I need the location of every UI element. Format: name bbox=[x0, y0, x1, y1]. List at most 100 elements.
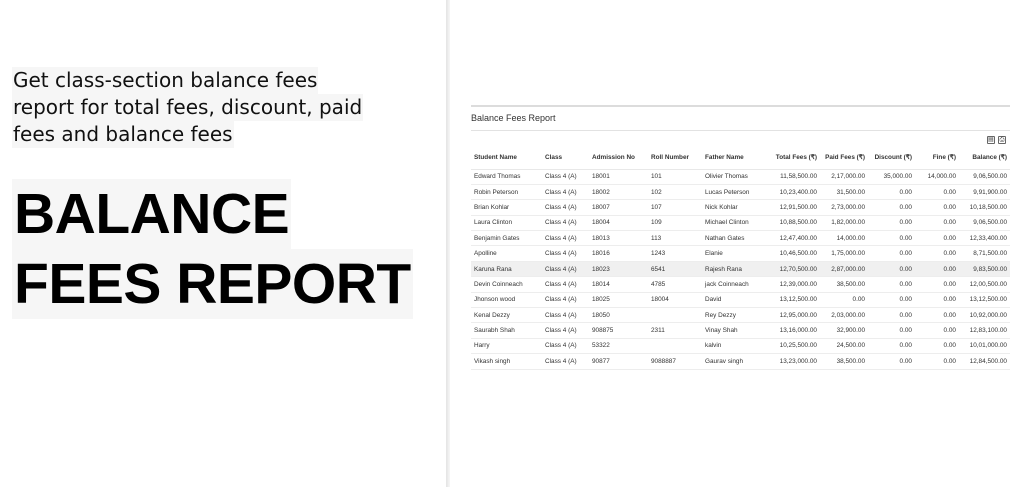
cell-class: Class 4 (A) bbox=[542, 322, 589, 339]
column-header-discount[interactable]: Discount (₹) bbox=[868, 147, 915, 170]
cell-fine: 0.00 bbox=[915, 230, 959, 247]
cell-discount: 0.00 bbox=[868, 292, 915, 309]
column-header-student-name[interactable]: Student Name bbox=[471, 147, 542, 170]
intro-panel: Get class-section balance fees report fo… bbox=[0, 0, 447, 487]
cell-student-name: Robin Peterson bbox=[471, 184, 542, 201]
cell-paid-fees: 2,87,000.00 bbox=[820, 261, 868, 278]
table-row[interactable]: Benjamin Gates Class 4 (A) 18013 113 Nathan … bbox=[471, 230, 1010, 247]
cell-balance: 12,00,500.00 bbox=[959, 276, 1010, 293]
cell-fine: 0.00 bbox=[915, 338, 959, 355]
cell-fine: 0.00 bbox=[915, 292, 959, 309]
table-row[interactable]: Apolline Class 4 (A) 18016 1243 Elanie 10,46,… bbox=[471, 245, 1010, 262]
cell-class: Class 4 (A) bbox=[542, 338, 589, 355]
cell-discount: 35,000.00 bbox=[868, 169, 915, 185]
table-body: Edward Thomas Class 4 (A) 18001 101 Olivier … bbox=[471, 169, 1010, 370]
cell-total-fees: 12,47,400.00 bbox=[772, 230, 820, 247]
table-row[interactable]: Karuna Rana Class 4 (A) 18023 6541 Rajesh Ra… bbox=[471, 261, 1010, 278]
cell-class: Class 4 (A) bbox=[542, 353, 589, 370]
cell-admission-no: 908875 bbox=[589, 322, 648, 339]
table-header-row: Student Name Class Admission No Roll Num… bbox=[471, 147, 1010, 170]
table-row[interactable]: Vikash singh Class 4 (A) 90877 9088887 Gaura… bbox=[471, 353, 1010, 370]
column-header-balance[interactable]: Balance (₹) bbox=[959, 147, 1010, 170]
cell-student-name: Devin Coinneach bbox=[471, 276, 542, 293]
table-row[interactable]: Robin Peterson Class 4 (A) 18002 102 Lucas P… bbox=[471, 184, 1010, 201]
column-header-fine[interactable]: Fine (₹) bbox=[915, 147, 959, 170]
cell-admission-no: 18014 bbox=[589, 276, 648, 293]
table-row[interactable]: Brian Kohlar Class 4 (A) 18007 107 Nick Kohl… bbox=[471, 199, 1010, 216]
table-row[interactable]: Devin Coinneach Class 4 (A) 18014 4785 jack … bbox=[471, 276, 1010, 293]
cell-roll-number: 102 bbox=[648, 184, 702, 201]
cell-balance: 9,91,900.00 bbox=[959, 184, 1010, 201]
cell-total-fees: 13,16,000.00 bbox=[772, 322, 820, 339]
cell-father-name: Michael Clinton bbox=[702, 215, 772, 232]
column-header-roll-number[interactable]: Roll Number bbox=[648, 147, 702, 170]
table-row[interactable]: Edward Thomas Class 4 (A) 18001 101 Olivier … bbox=[471, 169, 1010, 185]
cell-roll-number: 18004 bbox=[648, 292, 702, 309]
cell-student-name: Karuna Rana bbox=[471, 261, 542, 278]
cell-roll-number: 1243 bbox=[648, 245, 702, 262]
cell-balance: 10,92,000.00 bbox=[959, 307, 1010, 324]
cell-class: Class 4 (A) bbox=[542, 245, 589, 262]
cell-student-name: Apolline bbox=[471, 245, 542, 262]
cell-fine: 0.00 bbox=[915, 215, 959, 232]
cell-father-name: Rajesh Rana bbox=[702, 261, 772, 278]
cell-total-fees: 12,70,500.00 bbox=[772, 261, 820, 278]
cell-student-name: Saurabh Shah bbox=[471, 322, 542, 339]
cell-student-name: Harry bbox=[471, 338, 542, 355]
cell-student-name: Benjamin Gates bbox=[471, 230, 542, 247]
export-toolbar: ▤ ⎙ bbox=[987, 136, 1006, 144]
table-row[interactable]: Kenal Dezzy Class 4 (A) 18050 Rey Dezzy 12,9… bbox=[471, 307, 1010, 324]
cell-admission-no: 18002 bbox=[589, 184, 648, 201]
cell-class: Class 4 (A) bbox=[542, 199, 589, 216]
report-screenshot-panel: Balance Fees Report ▤ ⎙ Student Name Cla… bbox=[450, 0, 1015, 487]
export-excel-icon[interactable]: ▤ bbox=[987, 136, 995, 144]
cell-paid-fees: 32,900.00 bbox=[820, 322, 868, 339]
cell-paid-fees: 2,17,000.00 bbox=[820, 169, 868, 185]
cell-discount: 0.00 bbox=[868, 276, 915, 293]
cell-discount: 0.00 bbox=[868, 307, 915, 324]
cell-paid-fees: 31,500.00 bbox=[820, 184, 868, 201]
cell-balance: 13,12,500.00 bbox=[959, 292, 1010, 309]
cell-fine: 0.00 bbox=[915, 276, 959, 293]
cell-paid-fees: 14,000.00 bbox=[820, 230, 868, 247]
cell-father-name: kalvin bbox=[702, 338, 772, 355]
cell-total-fees: 12,39,000.00 bbox=[772, 276, 820, 293]
table-row[interactable]: Saurabh Shah Class 4 (A) 908875 2311 Vinay S… bbox=[471, 322, 1010, 339]
cell-total-fees: 11,58,500.00 bbox=[772, 169, 820, 185]
cell-father-name: Rey Dezzy bbox=[702, 307, 772, 324]
cell-class: Class 4 (A) bbox=[542, 261, 589, 278]
column-header-father-name[interactable]: Father Name bbox=[702, 147, 772, 170]
print-icon[interactable]: ⎙ bbox=[998, 136, 1006, 144]
intro-subtitle-line: fees and balance fees bbox=[12, 121, 234, 148]
column-header-class[interactable]: Class bbox=[542, 147, 589, 170]
cell-roll-number: 113 bbox=[648, 230, 702, 247]
cell-discount: 0.00 bbox=[868, 184, 915, 201]
column-header-paid-fees[interactable]: Paid Fees (₹) bbox=[820, 147, 868, 170]
report-title-divider bbox=[471, 130, 1010, 131]
balance-fees-table: Student Name Class Admission No Roll Num… bbox=[471, 147, 1010, 370]
cell-roll-number bbox=[648, 307, 702, 324]
cell-discount: 0.00 bbox=[868, 322, 915, 339]
cell-roll-number: 9088887 bbox=[648, 353, 702, 370]
cell-paid-fees: 38,500.00 bbox=[820, 276, 868, 293]
cell-roll-number bbox=[648, 338, 702, 355]
cell-admission-no: 18023 bbox=[589, 261, 648, 278]
cell-fine: 0.00 bbox=[915, 184, 959, 201]
table-row[interactable]: Laura Clinton Class 4 (A) 18004 109 Michael … bbox=[471, 215, 1010, 232]
cell-total-fees: 13,23,000.00 bbox=[772, 353, 820, 370]
table-row[interactable]: Jhonson wood Class 4 (A) 18025 18004 David 13… bbox=[471, 292, 1010, 309]
cell-discount: 0.00 bbox=[868, 353, 915, 370]
cell-total-fees: 10,25,500.00 bbox=[772, 338, 820, 355]
cell-balance: 12,83,100.00 bbox=[959, 322, 1010, 339]
cell-student-name: Jhonson wood bbox=[471, 292, 542, 309]
cell-roll-number: 6541 bbox=[648, 261, 702, 278]
cell-student-name: Laura Clinton bbox=[471, 215, 542, 232]
cell-total-fees: 10,23,400.00 bbox=[772, 184, 820, 201]
intro-subtitle-line: Get class-section balance fees bbox=[12, 67, 319, 94]
column-header-admission-no[interactable]: Admission No bbox=[589, 147, 648, 170]
column-header-total-fees[interactable]: Total Fees (₹) bbox=[772, 147, 820, 170]
cell-discount: 0.00 bbox=[868, 261, 915, 278]
cell-fine: 0.00 bbox=[915, 307, 959, 324]
cell-balance: 9,06,500.00 bbox=[959, 215, 1010, 232]
table-row[interactable]: Harry Class 4 (A) 53322 kalvin 10,25,500.00 2… bbox=[471, 338, 1010, 355]
